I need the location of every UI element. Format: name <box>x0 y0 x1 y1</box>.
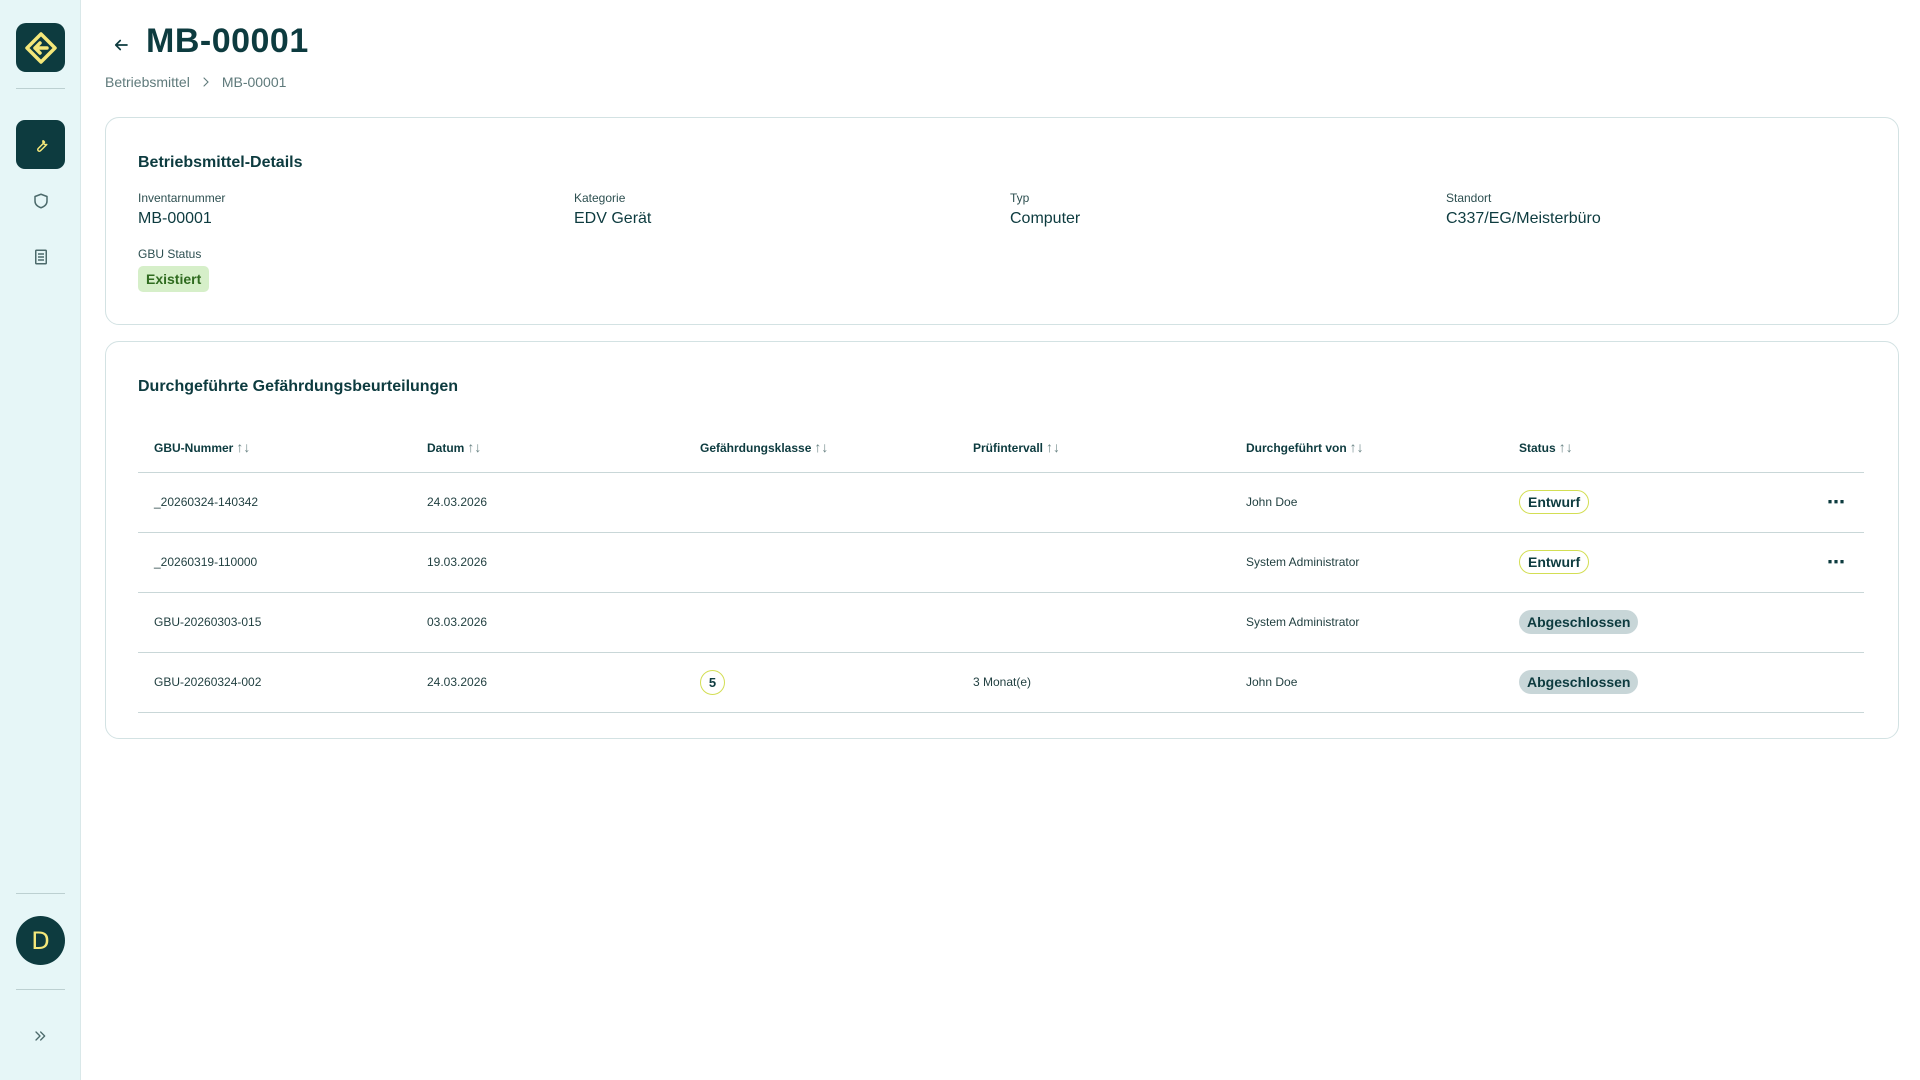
status-badge: Entwurf <box>1519 490 1590 514</box>
cell-pruefintervall <box>957 532 1230 593</box>
cell-status: Abgeschlossen <box>1503 652 1783 713</box>
column-header-status[interactable]: Status ↑↓ <box>1503 422 1783 473</box>
status-badge: Entwurf <box>1519 550 1590 574</box>
cell-durchgefuehrt-von: John Doe <box>1230 652 1503 713</box>
document-list-icon <box>34 249 47 264</box>
field-value: MB-00001 <box>138 210 212 227</box>
cell-actions <box>1783 592 1864 653</box>
arrow-left-icon <box>114 39 128 51</box>
cell-pruefintervall: 3 Monat(e) <box>957 652 1230 713</box>
hazard-class-badge: 5 <box>700 669 725 695</box>
sort-icon[interactable]: ↑↓ <box>467 439 481 455</box>
expand-sidebar-button[interactable] <box>28 1024 52 1048</box>
gbu-status-badge: Existiert <box>138 266 210 292</box>
status-badge: Abgeschlossen <box>1519 610 1639 634</box>
cell-durchgefuehrt-von: System Administrator <box>1230 592 1503 653</box>
logo-icon <box>24 31 57 64</box>
cell-datum: 24.03.2026 <box>411 652 684 713</box>
field-value: EDV Gerät <box>574 210 652 227</box>
cell-pruefintervall <box>957 472 1230 533</box>
cell-gbu-nummer: _20260319-110000 <box>138 532 411 593</box>
breadcrumb-betriebsmittel[interactable]: Betriebsmittel <box>105 74 190 90</box>
cell-gefaehrdungsklasse <box>684 472 957 533</box>
sidebar-divider <box>16 88 65 89</box>
sidebar-item-betriebsmittel[interactable] <box>16 120 65 169</box>
sort-icon[interactable]: ↑↓ <box>1046 439 1060 455</box>
user-avatar[interactable]: D <box>16 916 65 965</box>
column-label: GBU-Nummer <box>154 440 234 455</box>
cell-gbu-nummer: GBU-20260324-002 <box>138 652 411 713</box>
column-header-datum[interactable]: Datum ↑↓ <box>411 422 684 473</box>
field-gbu-status: GBU Status Existiert <box>138 247 210 292</box>
column-label: Gefährdungsklasse <box>700 440 812 455</box>
column-header-pruefintervall[interactable]: Prüfintervall ↑↓ <box>957 422 1230 473</box>
table-row[interactable]: _20260324-140342 24.03.2026 John Doe Ent… <box>138 472 1864 533</box>
cell-status: Entwurf <box>1503 532 1783 593</box>
field-typ: Typ Computer <box>1010 191 1080 228</box>
field-standort: Standort C337/EG/Meisterbüro <box>1446 191 1601 228</box>
cell-gefaehrdungsklasse <box>684 592 957 653</box>
cell-pruefintervall <box>957 592 1230 653</box>
field-kategorie: Kategorie EDV Gerät <box>574 191 651 228</box>
column-label: Prüfintervall <box>973 440 1044 455</box>
wrench-icon <box>36 139 48 152</box>
more-actions-button[interactable]: ⋯ <box>1783 472 1864 533</box>
cell-gbu-nummer: GBU-20260303-015 <box>138 592 411 653</box>
details-card: Betriebsmittel-Details Inventarnummer MB… <box>105 117 1899 325</box>
sort-icon[interactable]: ↑↓ <box>1350 439 1364 455</box>
column-header-durchgefuehrt-von[interactable]: Durchgeführt von ↑↓ <box>1230 422 1503 473</box>
column-label: Status <box>1519 440 1556 455</box>
field-inventarnummer: Inventarnummer MB-00001 <box>138 191 225 228</box>
field-label: Inventarnummer <box>138 191 226 205</box>
chevron-right-icon <box>203 77 209 87</box>
breadcrumb-current: MB-00001 <box>221 74 287 90</box>
cell-status: Abgeschlossen <box>1503 592 1783 653</box>
sidebar-item-gefaehrdungsbeurteilungen[interactable] <box>16 176 65 225</box>
details-title: Betriebsmittel-Details <box>138 154 303 171</box>
cell-datum: 19.03.2026 <box>411 532 684 593</box>
table-header-row: GBU-Nummer ↑↓ Datum ↑↓ Gefährdungsklasse ↑↓… <box>138 422 1864 473</box>
sort-icon[interactable]: ↑↓ <box>814 439 828 455</box>
cell-datum: 24.03.2026 <box>411 472 684 533</box>
field-label: Standort <box>1446 191 1492 205</box>
field-label: GBU Status <box>138 247 202 261</box>
sidebar: D <box>0 0 81 1080</box>
field-label: Typ <box>1010 191 1030 205</box>
assessments-table: GBU-Nummer ↑↓ Datum ↑↓ Gefährdungsklasse ↑↓… <box>138 422 1864 713</box>
field-value: Computer <box>1010 210 1081 227</box>
cell-gbu-nummer: _20260324-140342 <box>138 472 411 533</box>
table-row[interactable]: GBU-20260324-002 24.03.2026 5 3 Monat(e)… <box>138 652 1864 713</box>
column-label: Datum <box>427 440 465 455</box>
column-header-gbu-nummer[interactable]: GBU-Nummer ↑↓ <box>138 422 411 473</box>
table-row[interactable]: GBU-20260303-015 03.03.2026 System Admin… <box>138 592 1864 653</box>
status-badge: Abgeschlossen <box>1519 670 1639 694</box>
cell-gefaehrdungsklasse <box>684 532 957 593</box>
cell-actions <box>1783 652 1864 713</box>
sidebar-divider <box>16 989 65 990</box>
back-button[interactable] <box>110 34 132 56</box>
sidebar-item-dokumente[interactable] <box>16 232 65 281</box>
breadcrumb: Betriebsmittel MB-00001 <box>105 74 286 90</box>
cell-durchgefuehrt-von: System Administrator <box>1230 532 1503 593</box>
column-header-actions <box>1783 422 1864 473</box>
column-label: Durchgeführt von <box>1246 440 1347 455</box>
shield-icon <box>33 193 48 208</box>
sort-icon[interactable]: ↑↓ <box>1559 439 1573 455</box>
assessments-card: Durchgeführte Gefährdungsbeurteilungen G… <box>105 341 1899 739</box>
page-title: MB-00001 <box>146 22 309 60</box>
column-header-gefaehrdungsklasse[interactable]: Gefährdungsklasse ↑↓ <box>684 422 957 473</box>
sort-icon[interactable]: ↑↓ <box>236 439 250 455</box>
double-chevron-right-icon <box>35 1031 46 1041</box>
table-row[interactable]: _20260319-110000 19.03.2026 System Admin… <box>138 532 1864 593</box>
cell-durchgefuehrt-von: John Doe <box>1230 472 1503 533</box>
app-logo[interactable] <box>16 23 65 72</box>
sidebar-divider <box>16 893 65 894</box>
field-value: C337/EG/Meisterbüro <box>1446 210 1601 227</box>
cell-status: Entwurf <box>1503 472 1783 533</box>
assessments-title: Durchgeführte Gefährdungsbeurteilungen <box>138 378 459 395</box>
field-label: Kategorie <box>574 191 626 205</box>
cell-datum: 03.03.2026 <box>411 592 684 653</box>
cell-gefaehrdungsklasse: 5 <box>684 652 957 713</box>
more-actions-button[interactable]: ⋯ <box>1783 532 1864 593</box>
